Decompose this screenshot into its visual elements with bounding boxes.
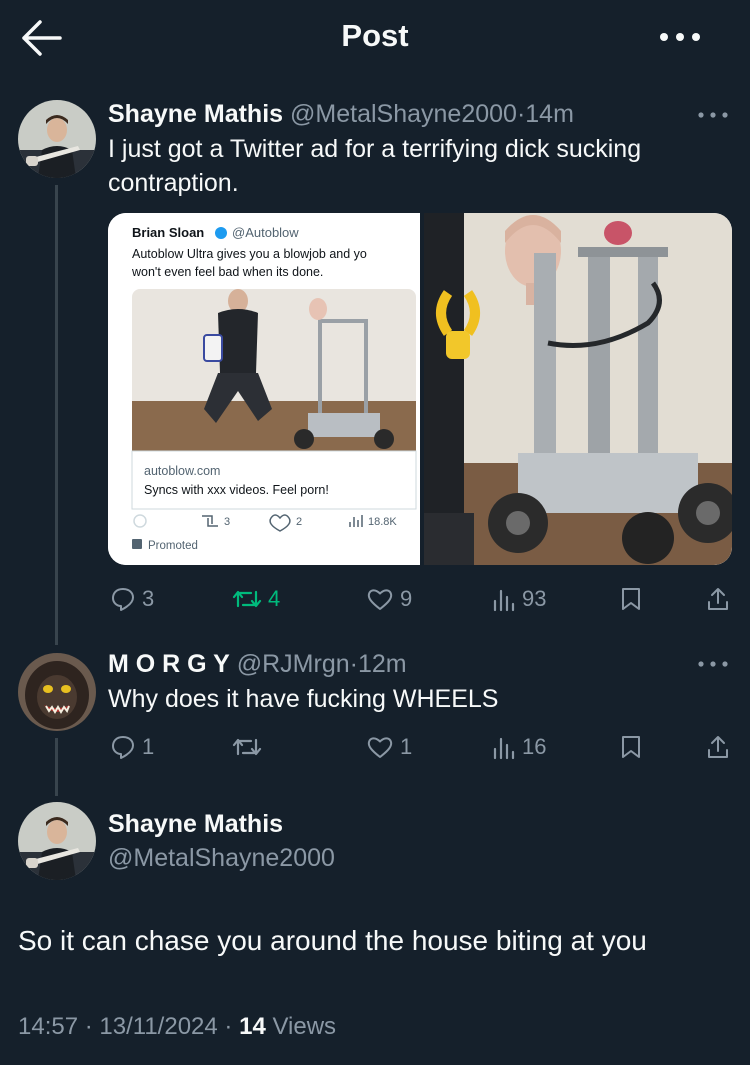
tweet-text: I just got a Twitter ad for a terrifying… — [108, 132, 641, 200]
promoted-icon — [132, 539, 142, 549]
repost-button[interactable]: 4 — [232, 581, 280, 617]
like-count: 1 — [400, 734, 413, 759]
post-author-name[interactable]: Shayne Mathis — [108, 810, 335, 839]
heart-icon — [367, 589, 393, 610]
like-button[interactable]: 1 — [366, 729, 412, 765]
reply-header: M O R G Y @RJMrgn·12m — [108, 650, 407, 679]
author-name[interactable]: Shayne Mathis — [108, 100, 283, 128]
ad-text-line: won't even feel bad when its done. — [131, 265, 323, 279]
promoted-label: Promoted — [148, 540, 198, 552]
reply-text: Why does it have fucking WHEELS — [108, 685, 499, 713]
reply-author-handle[interactable]: @RJMrgn — [237, 650, 350, 678]
tweet-actions: 3 4 9 93 — [108, 581, 732, 617]
avatar[interactable] — [18, 802, 96, 880]
like-button[interactable]: 9 — [366, 581, 412, 617]
reply-button[interactable]: 1 — [110, 729, 154, 765]
tweet-more-icon[interactable] — [696, 105, 730, 125]
views-icon — [493, 589, 515, 612]
post-date[interactable]: 13/11/2024 — [99, 1013, 217, 1040]
top-bar: Post — [0, 0, 750, 75]
verified-badge-icon — [215, 227, 227, 239]
bookmark-icon — [622, 588, 640, 610]
bookmark-button[interactable] — [620, 729, 642, 765]
separator-dot: · — [84, 1013, 93, 1040]
share-icon — [708, 588, 728, 610]
views-button[interactable]: 93 — [492, 581, 546, 617]
repost-icon — [232, 590, 262, 608]
post-time[interactable]: 14:57 — [18, 1013, 78, 1040]
ad-like-count: 2 — [296, 516, 302, 528]
ad-retweet-count: 3 — [224, 516, 230, 528]
ad-text-line: Autoblow Ultra gives you a blowjob and y… — [132, 247, 367, 261]
bookmark-button[interactable] — [620, 581, 642, 617]
separator-dot: · — [349, 650, 358, 678]
page-title: Post — [341, 18, 409, 53]
repost-button[interactable] — [232, 729, 268, 765]
heart-icon — [367, 737, 393, 758]
reply-timestamp[interactable]: 12m — [358, 650, 407, 678]
views-count: 16 — [522, 734, 547, 759]
reply-icon — [112, 588, 134, 611]
tweet-header: Shayne Mathis @MetalShayne2000·14m — [108, 100, 574, 129]
reply-author-name[interactable]: M O R G Y — [108, 650, 230, 678]
views-icon — [493, 737, 515, 760]
ad-views-count: 18.8K — [368, 516, 397, 528]
share-icon — [708, 736, 728, 758]
avatar[interactable] — [18, 653, 96, 731]
repost-count: 4 — [268, 586, 281, 611]
post-views-count: 14 — [239, 1013, 266, 1040]
thread-connector — [55, 738, 58, 796]
more-options-icon[interactable] — [656, 22, 704, 52]
post-text: So it can chase you around the house bit… — [18, 925, 647, 956]
tweet-text-line: contraption. — [108, 169, 239, 197]
tweet-media[interactable]: Brian Sloan @Autoblow Autoblow Ultra giv… — [108, 213, 732, 565]
reply-icon — [112, 736, 134, 759]
share-button[interactable] — [706, 729, 730, 765]
share-button[interactable] — [706, 581, 730, 617]
reply-button[interactable]: 3 — [110, 581, 154, 617]
post-author-handle[interactable]: @MetalShayne2000 — [108, 844, 335, 873]
tweet-text-line: I just got a Twitter ad for a terrifying… — [108, 135, 642, 163]
reply-more-icon[interactable] — [696, 654, 730, 674]
post-views-label: Views — [272, 1013, 337, 1040]
thread-connector — [55, 185, 58, 645]
author-handle[interactable]: @MetalShayne2000 — [290, 100, 517, 128]
like-count: 9 — [400, 586, 413, 611]
separator-dot: · — [224, 1013, 233, 1040]
post-meta: 14:57 · 13/11/2024 · 14 Views — [18, 1013, 336, 1041]
ad-link-title: Syncs with xxx videos. Feel porn! — [144, 483, 329, 497]
ad-link-domain: autoblow.com — [144, 464, 220, 478]
views-button[interactable]: 16 — [492, 729, 546, 765]
views-count: 93 — [522, 586, 547, 611]
ad-author-handle: @Autoblow — [232, 225, 299, 240]
reply-count: 3 — [142, 586, 155, 611]
bookmark-icon — [622, 736, 640, 758]
post-author: Shayne Mathis @MetalShayne2000 — [108, 810, 335, 873]
timestamp[interactable]: 14m — [525, 100, 574, 128]
repost-icon — [232, 738, 262, 756]
reply-count: 1 — [142, 734, 155, 759]
reply-actions: 1 1 16 — [108, 729, 732, 765]
avatar[interactable] — [18, 100, 96, 178]
ad-author-name: Brian Sloan — [132, 225, 204, 240]
